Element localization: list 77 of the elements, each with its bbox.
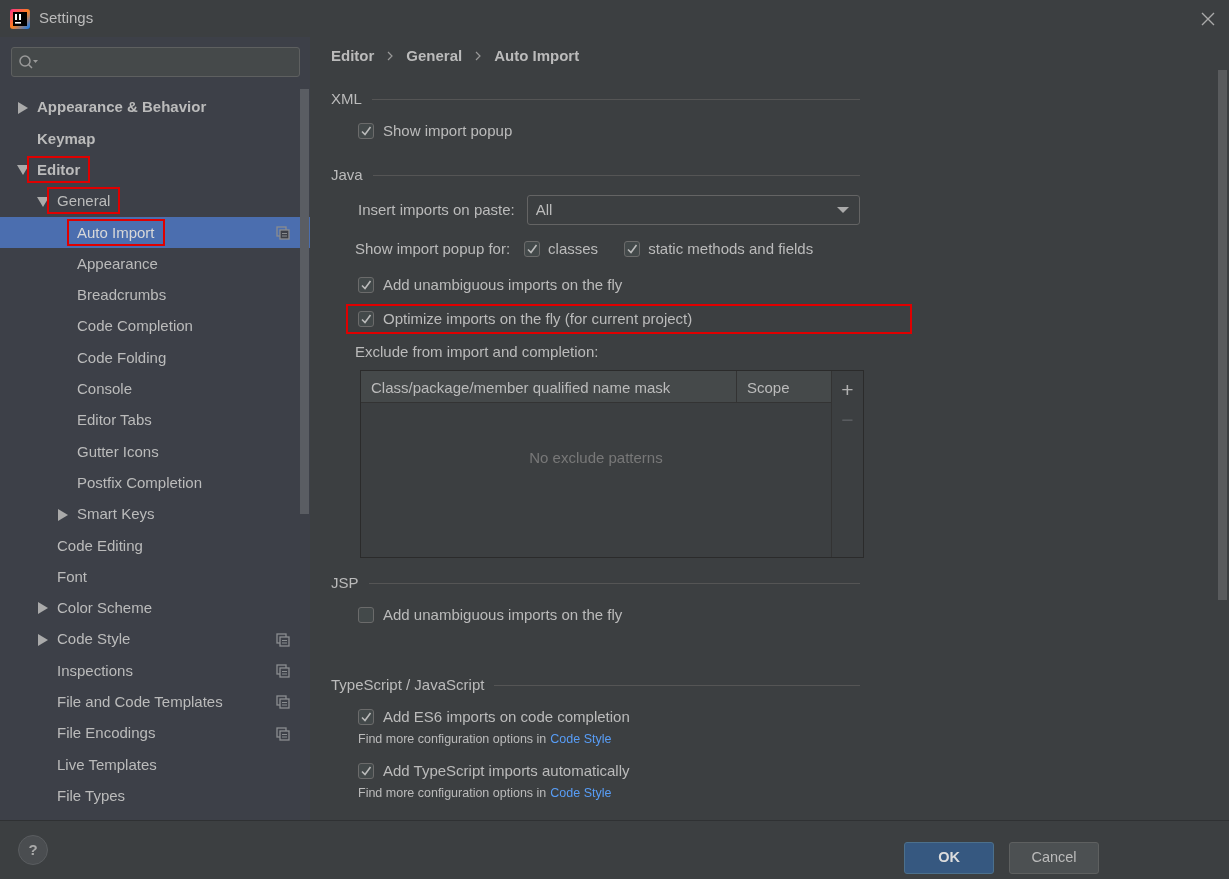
tree-item[interactable]: Postfix Completion xyxy=(0,467,310,499)
breadcrumb-item[interactable]: Auto Import xyxy=(494,44,580,68)
toggle-icon xyxy=(37,633,49,646)
field-label: Insert imports on paste: xyxy=(358,199,515,220)
section-title: XML xyxy=(331,88,362,109)
tree-item[interactable]: Appearance xyxy=(0,248,310,280)
checkbox[interactable] xyxy=(358,123,374,139)
checkbox-label[interactable]: static methods and fields xyxy=(648,237,814,261)
tree-item[interactable]: Keymap xyxy=(0,123,310,155)
tree-item[interactable]: Code Editing xyxy=(0,530,310,562)
checkbox-label[interactable]: Add unambiguous imports on the fly xyxy=(383,273,623,297)
tree-item[interactable]: Auto Import xyxy=(0,217,310,249)
breadcrumb-item[interactable]: Editor xyxy=(331,44,375,68)
section-title: JSP xyxy=(331,572,359,593)
tree-item[interactable]: Smart Keys xyxy=(0,498,310,531)
code-style-link[interactable]: Code Style xyxy=(550,729,612,749)
app-logo-icon xyxy=(10,8,30,29)
checkbox[interactable] xyxy=(358,763,374,779)
hint-text: Find more configuration options in xyxy=(358,784,547,802)
hint-text: Find more configuration options in xyxy=(358,730,547,748)
checkbox[interactable] xyxy=(624,241,641,257)
field-label: Show import popup for: xyxy=(355,238,511,259)
checkbox[interactable] xyxy=(524,241,541,257)
column-header: Class/package/member qualified name mask xyxy=(361,371,737,402)
chevron-icon xyxy=(475,51,482,61)
tree-item[interactable]: File and Code Templates xyxy=(0,686,310,718)
tree-item[interactable]: Inspections xyxy=(0,655,310,687)
toggle-icon xyxy=(37,602,49,615)
tree-item[interactable]: Gutter Icons xyxy=(0,436,310,468)
tree-item[interactable]: File Types xyxy=(0,780,310,812)
toggle-icon xyxy=(17,164,29,177)
checkbox[interactable] xyxy=(358,709,374,725)
tree-item[interactable]: Editor xyxy=(0,154,310,186)
tree-item[interactable]: General xyxy=(0,185,310,218)
section-title: Java xyxy=(331,164,363,185)
toggle-icon xyxy=(57,508,69,521)
checkbox-label[interactable]: Optimize imports on the fly (for current project) xyxy=(383,307,693,331)
empty-message: No exclude patterns xyxy=(529,448,663,468)
checkbox[interactable] xyxy=(358,607,374,623)
dropdown[interactable]: All xyxy=(526,195,860,225)
section-title: TypeScript / JavaScript xyxy=(331,674,485,695)
checkbox[interactable] xyxy=(358,277,374,293)
search-field[interactable] xyxy=(11,47,300,77)
scrollbar[interactable] xyxy=(1218,70,1227,600)
breadcrumb-item[interactable]: General xyxy=(406,44,463,68)
dialog-button[interactable]: Cancel xyxy=(1009,841,1099,874)
checkbox-label[interactable]: Add unambiguous imports on the fly xyxy=(383,603,623,627)
dialog-button[interactable]: OK xyxy=(904,841,994,874)
tree-item[interactable]: Breadcrumbs xyxy=(0,279,310,312)
field-label: Exclude from import and completion: xyxy=(355,341,599,362)
tree-item[interactable]: Code Folding xyxy=(0,342,310,374)
code-style-link[interactable]: Code Style xyxy=(550,783,612,803)
close-icon[interactable] xyxy=(1201,11,1215,26)
chevron-icon xyxy=(387,51,394,61)
checkbox-label[interactable]: Add TypeScript imports automatically xyxy=(383,759,630,783)
checkbox[interactable] xyxy=(358,311,374,327)
column-header: Scope xyxy=(746,378,791,398)
checkbox-label[interactable]: Add ES6 imports on code completion xyxy=(383,705,630,729)
checkbox-label[interactable]: classes xyxy=(548,237,599,261)
tree-item[interactable]: Console xyxy=(0,373,310,405)
tree-item[interactable]: Code Completion xyxy=(0,311,310,343)
tree-item[interactable]: Color Scheme xyxy=(0,592,310,625)
toggle-icon xyxy=(37,195,49,208)
tree-item[interactable]: Editor Tabs xyxy=(0,404,310,437)
window-title: Settings xyxy=(39,8,94,29)
tree-item[interactable]: Code Style xyxy=(0,624,310,656)
tree-item[interactable]: Font xyxy=(0,561,310,593)
scrollbar[interactable] xyxy=(300,89,309,514)
checkbox-label[interactable]: Show import popup xyxy=(383,119,513,143)
tree-item[interactable]: File Encodings xyxy=(0,717,310,750)
tree-item[interactable]: Appearance & Behavior xyxy=(0,92,310,124)
toggle-icon xyxy=(17,101,29,114)
help-button[interactable]: ? xyxy=(18,835,48,865)
search-icon xyxy=(18,54,40,70)
caret-icon xyxy=(837,206,849,214)
tree-item[interactable]: Live Templates xyxy=(0,749,310,781)
add-button[interactable]: + xyxy=(841,375,854,405)
